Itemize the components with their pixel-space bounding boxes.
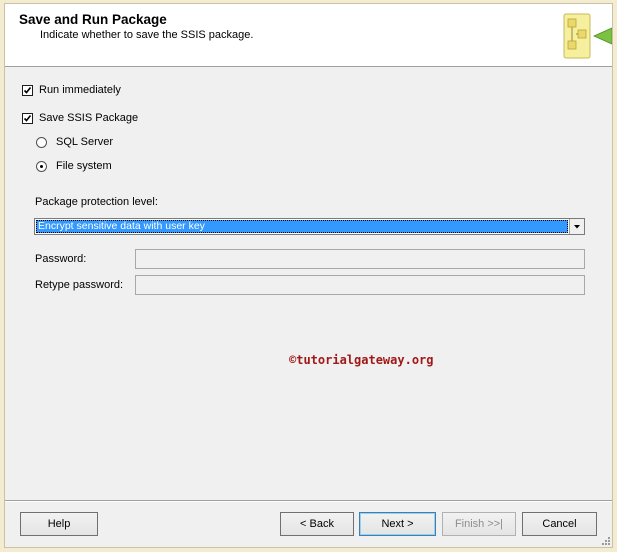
page-subtitle: Indicate whether to save the SSIS packag… <box>40 29 254 41</box>
dialog-window: Save and Run Package Indicate whether to… <box>4 3 613 548</box>
chevron-down-icon <box>574 225 580 229</box>
help-button[interactable]: Help <box>20 512 98 536</box>
back-button[interactable]: < Back <box>280 512 354 536</box>
footer-divider <box>5 500 612 502</box>
password-field[interactable] <box>135 249 585 269</box>
run-immediately-label: Run immediately <box>39 84 121 96</box>
radio-selected-dot <box>40 164 43 168</box>
run-immediately-checkbox[interactable] <box>22 84 33 96</box>
cancel-button[interactable]: Cancel <box>522 512 597 536</box>
wizard-header: Save and Run Package Indicate whether to… <box>5 4 612 67</box>
file-system-option[interactable]: File system <box>36 158 112 174</box>
file-system-label: File system <box>56 160 112 172</box>
dropdown-button[interactable] <box>569 219 584 234</box>
ssis-wizard-icon <box>563 13 612 59</box>
checkmark-icon <box>23 114 32 122</box>
retype-password-field[interactable] <box>135 275 585 295</box>
watermark: ©tutorialgateway.org <box>289 353 434 367</box>
protection-level-label: Package protection level: <box>35 196 158 208</box>
file-system-radio[interactable] <box>36 160 47 172</box>
next-button[interactable]: Next > <box>359 512 436 536</box>
protection-level-dropdown[interactable]: Encrypt sensitive data with user key <box>34 218 585 235</box>
finish-button: Finish >>| <box>442 512 516 536</box>
save-package-label: Save SSIS Package <box>39 112 139 124</box>
protection-level-value: Encrypt sensitive data with user key <box>36 220 568 233</box>
password-label: Password: <box>35 253 87 265</box>
sql-server-radio[interactable] <box>36 136 47 148</box>
retype-password-label: Retype password: <box>35 279 124 291</box>
resize-grip-icon[interactable] <box>599 534 611 546</box>
page-title: Save and Run Package <box>19 12 167 27</box>
checkmark-icon <box>23 86 32 94</box>
save-package-checkbox[interactable] <box>22 112 33 124</box>
save-package-option[interactable]: Save SSIS Package <box>22 110 138 126</box>
sql-server-option[interactable]: SQL Server <box>36 134 113 150</box>
run-immediately-option[interactable]: Run immediately <box>22 82 121 98</box>
sql-server-label: SQL Server <box>56 136 114 148</box>
